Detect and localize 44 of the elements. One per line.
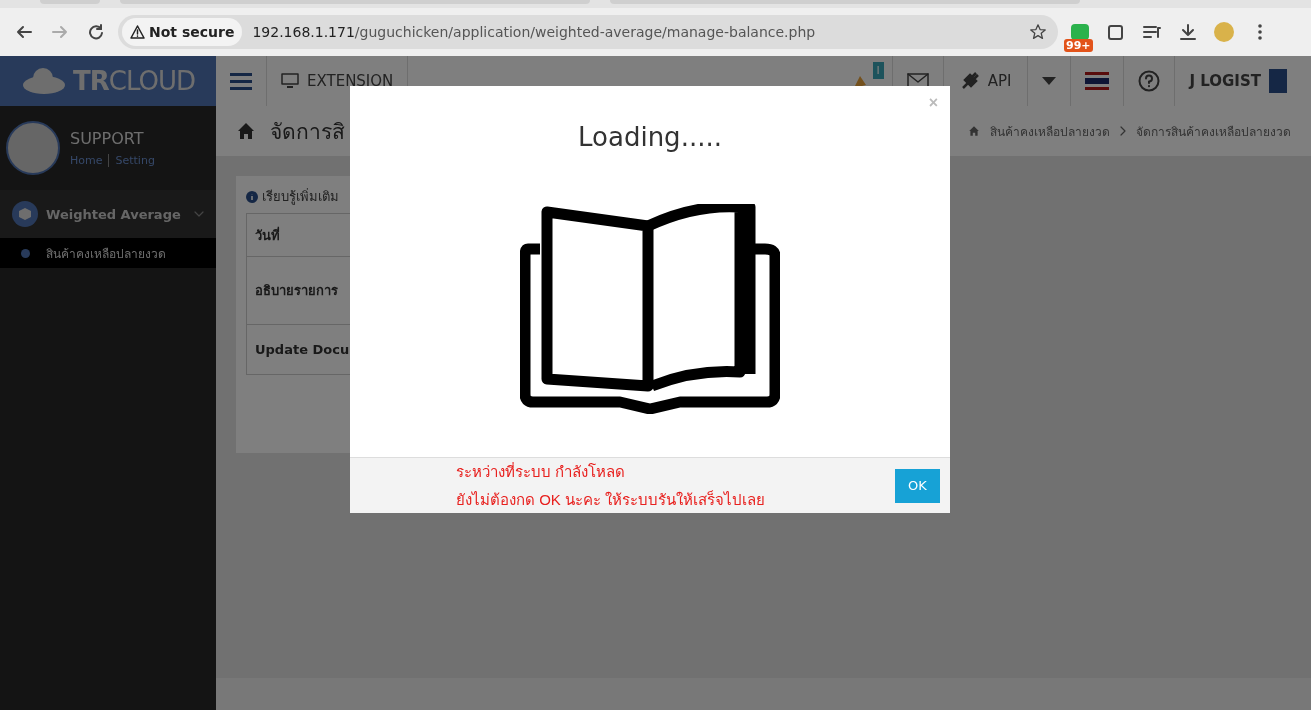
- user-button[interactable]: J LOGIST: [1175, 56, 1301, 106]
- caret-icon: [1042, 77, 1057, 85]
- chevron-icon: [1120, 126, 1126, 136]
- playlist-icon[interactable]: [1143, 25, 1161, 39]
- info-text[interactable]: เรียบรู้เพิ่มเติม: [262, 186, 339, 207]
- more-icon[interactable]: [1258, 24, 1262, 40]
- star-icon[interactable]: [1030, 24, 1046, 40]
- form-label: วันที่: [255, 225, 280, 245]
- download-icon[interactable]: [1179, 23, 1197, 41]
- address-bar[interactable]: Not secure 192.168.1.171/guguchicken/application/weighted-average/manage-balance.php: [118, 15, 1058, 49]
- profile-link[interactable]: Setting: [108, 154, 155, 167]
- box-icon: [12, 201, 38, 227]
- page-title: จัดการสิ: [270, 118, 345, 146]
- breadcrumb-link[interactable]: สินค้าคงเหลือปลายงวด: [990, 121, 1110, 141]
- home-icon[interactable]: [236, 121, 256, 141]
- reload-icon[interactable]: [88, 24, 104, 40]
- warning-icon: [130, 25, 145, 39]
- cloud-icon: [21, 67, 67, 95]
- warning-text: ยังไม่ต้องกด OK นะคะ ให้ระบบรันให้เสร็จไปเลย: [456, 489, 766, 510]
- warning-text: ระหว่างที่ระบบ กำลังโหลด: [456, 461, 627, 482]
- book-icon: [520, 204, 780, 414]
- form-label: Update Docu: [255, 342, 350, 357]
- home-icon[interactable]: [968, 125, 980, 137]
- back-icon[interactable]: [16, 25, 32, 39]
- flag-icon: [1085, 72, 1110, 90]
- extension-badge: 99+: [1064, 39, 1093, 52]
- help-icon: [1138, 70, 1161, 92]
- notification-badge: I: [872, 62, 884, 79]
- security-chip[interactable]: Not secure: [122, 18, 243, 46]
- ok-button[interactable]: OK: [895, 468, 940, 503]
- submenu-item[interactable]: สินค้าคงเหลือปลายงวด: [0, 238, 216, 268]
- menu-item[interactable]: Weighted Average: [0, 190, 216, 238]
- chevron-icon: [194, 209, 204, 219]
- dialog-title: Loading.....: [578, 122, 722, 152]
- form-label: อธิบายรายการ: [255, 282, 338, 300]
- menu-icon: [230, 72, 252, 90]
- breadcrumb-current: จัดการสินค้าคงเหลือปลายงวด: [1136, 123, 1291, 141]
- url-text: 192.168.1.171/guguchicken/application/weighted-average/manage-balance.php: [252, 24, 817, 40]
- monitor-icon: [281, 73, 299, 89]
- profile-link[interactable]: Home: [70, 154, 103, 167]
- logo: TRCLOUD: [0, 56, 216, 106]
- user-name: SUPPORT: [70, 129, 145, 148]
- info-icon: [246, 190, 258, 203]
- avatar: [6, 121, 60, 175]
